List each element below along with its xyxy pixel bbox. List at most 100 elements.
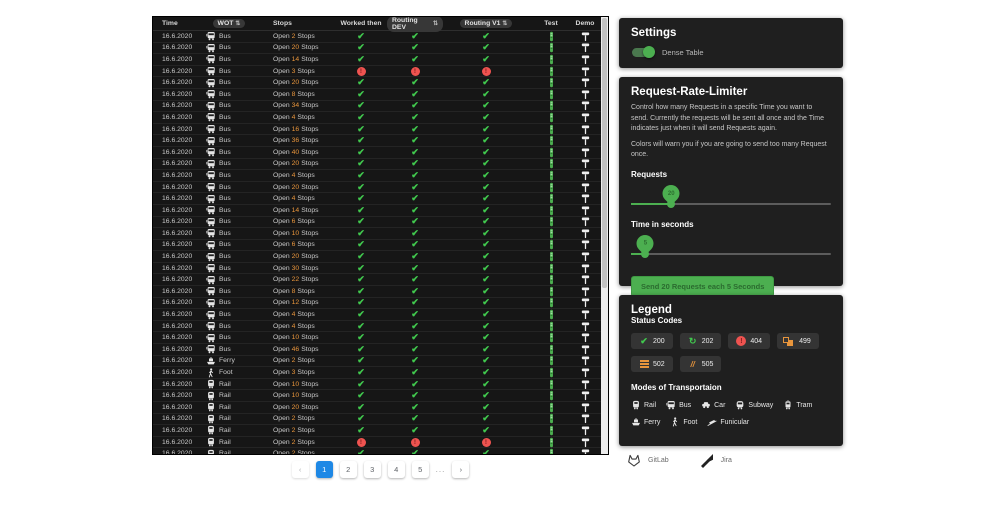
demo-cell[interactable] [573, 147, 597, 158]
demo-cell[interactable] [573, 100, 597, 111]
test-cell[interactable] [529, 367, 573, 378]
test-cell[interactable] [529, 402, 573, 413]
demo-cell[interactable] [573, 379, 597, 390]
demo-cell[interactable] [573, 228, 597, 239]
demo-cell[interactable] [573, 344, 597, 355]
demo-cell[interactable] [573, 135, 597, 146]
test-cell[interactable] [529, 355, 573, 366]
routing-dev-status [387, 251, 443, 262]
pagination-page-button[interactable]: 5 [412, 461, 429, 478]
demo-cell[interactable] [573, 89, 597, 100]
scrollbar-thumb[interactable] [602, 18, 607, 288]
demo-cell[interactable] [573, 448, 597, 455]
test-cell[interactable] [529, 228, 573, 239]
test-cell[interactable] [529, 216, 573, 227]
time-slider[interactable] [631, 253, 831, 255]
test-cell[interactable] [529, 251, 573, 262]
pagination-page-button[interactable]: 2 [340, 461, 357, 478]
test-cell[interactable] [529, 425, 573, 436]
demo-cell[interactable] [573, 332, 597, 343]
test-cell[interactable] [529, 31, 573, 42]
test-cell[interactable] [529, 193, 573, 204]
pagination-page-button[interactable]: 1 [316, 461, 333, 478]
test-cell[interactable] [529, 448, 573, 455]
demo-cell[interactable] [573, 263, 597, 274]
test-cell[interactable] [529, 135, 573, 146]
test-cell[interactable] [529, 100, 573, 111]
demo-cell[interactable] [573, 31, 597, 42]
test-cell[interactable] [529, 158, 573, 169]
demo-cell[interactable] [573, 402, 597, 413]
test-cell[interactable] [529, 390, 573, 401]
demo-cell[interactable] [573, 297, 597, 308]
pagination-prev-button[interactable]: ‹ [292, 461, 309, 478]
test-cell[interactable] [529, 332, 573, 343]
pagination-next-button[interactable]: › [452, 461, 469, 478]
requests-slider-thumb[interactable] [667, 200, 675, 208]
test-cell[interactable] [529, 112, 573, 123]
demo-cell[interactable] [573, 77, 597, 88]
stops-word: Stops [297, 241, 314, 248]
test-cell[interactable] [529, 321, 573, 332]
test-cell[interactable] [529, 297, 573, 308]
dense-table-toggle[interactable] [631, 46, 656, 58]
mode-label: Bus [219, 265, 231, 272]
demo-cell[interactable] [573, 239, 597, 250]
test-cell[interactable] [529, 54, 573, 65]
demo-cell[interactable] [573, 158, 597, 169]
status-mark [482, 193, 490, 204]
test-cell[interactable] [529, 263, 573, 274]
demo-cell[interactable] [573, 205, 597, 216]
demo-cell[interactable] [573, 66, 597, 77]
jira-link[interactable]: Jira [699, 452, 732, 468]
pagination-page-button[interactable]: 3 [364, 461, 381, 478]
test-cell[interactable] [529, 413, 573, 424]
demo-cell[interactable] [573, 286, 597, 297]
test-cell[interactable] [529, 274, 573, 285]
test-cell[interactable] [529, 89, 573, 100]
test-cell[interactable] [529, 42, 573, 53]
test-cell[interactable] [529, 182, 573, 193]
demo-cell[interactable] [573, 124, 597, 135]
demo-cell[interactable] [573, 425, 597, 436]
sort-wot-button[interactable]: WOT ⇅ [213, 19, 246, 28]
test-cell[interactable] [529, 66, 573, 77]
time-slider-thumb[interactable] [641, 250, 649, 258]
test-cell[interactable] [529, 239, 573, 250]
sort-routing-dev-button[interactable]: Routing DEV ⇅ [387, 16, 443, 32]
test-cell[interactable] [529, 147, 573, 158]
requests-slider[interactable] [631, 203, 831, 205]
demo-cell[interactable] [573, 355, 597, 366]
routing-v1-status [443, 390, 529, 401]
demo-cell[interactable] [573, 251, 597, 262]
test-cell[interactable] [529, 379, 573, 390]
demo-cell[interactable] [573, 54, 597, 65]
demo-cell[interactable] [573, 112, 597, 123]
demo-cell[interactable] [573, 309, 597, 320]
test-cell[interactable] [529, 205, 573, 216]
demo-cell[interactable] [573, 367, 597, 378]
test-cell[interactable] [529, 309, 573, 320]
demo-cell[interactable] [573, 390, 597, 401]
test-cell[interactable] [529, 77, 573, 88]
send-requests-button[interactable]: Send 20 Requests each 5 Seconds [631, 276, 774, 297]
gitlab-link[interactable]: GitLab [626, 452, 669, 468]
test-cell[interactable] [529, 124, 573, 135]
test-cell[interactable] [529, 170, 573, 181]
table-scrollbar[interactable] [601, 17, 608, 454]
test-cell[interactable] [529, 344, 573, 355]
pagination-page-button[interactable]: 4 [388, 461, 405, 478]
demo-cell[interactable] [573, 321, 597, 332]
test-cell[interactable] [529, 286, 573, 297]
status-mark [482, 332, 490, 343]
demo-cell[interactable] [573, 42, 597, 53]
demo-cell[interactable] [573, 413, 597, 424]
demo-cell[interactable] [573, 170, 597, 181]
test-cell[interactable] [529, 437, 573, 448]
demo-cell[interactable] [573, 216, 597, 227]
sort-routing-v1-button[interactable]: Routing V1 ⇅ [460, 19, 513, 28]
demo-cell[interactable] [573, 437, 597, 448]
demo-cell[interactable] [573, 193, 597, 204]
demo-cell[interactable] [573, 274, 597, 285]
demo-cell[interactable] [573, 182, 597, 193]
